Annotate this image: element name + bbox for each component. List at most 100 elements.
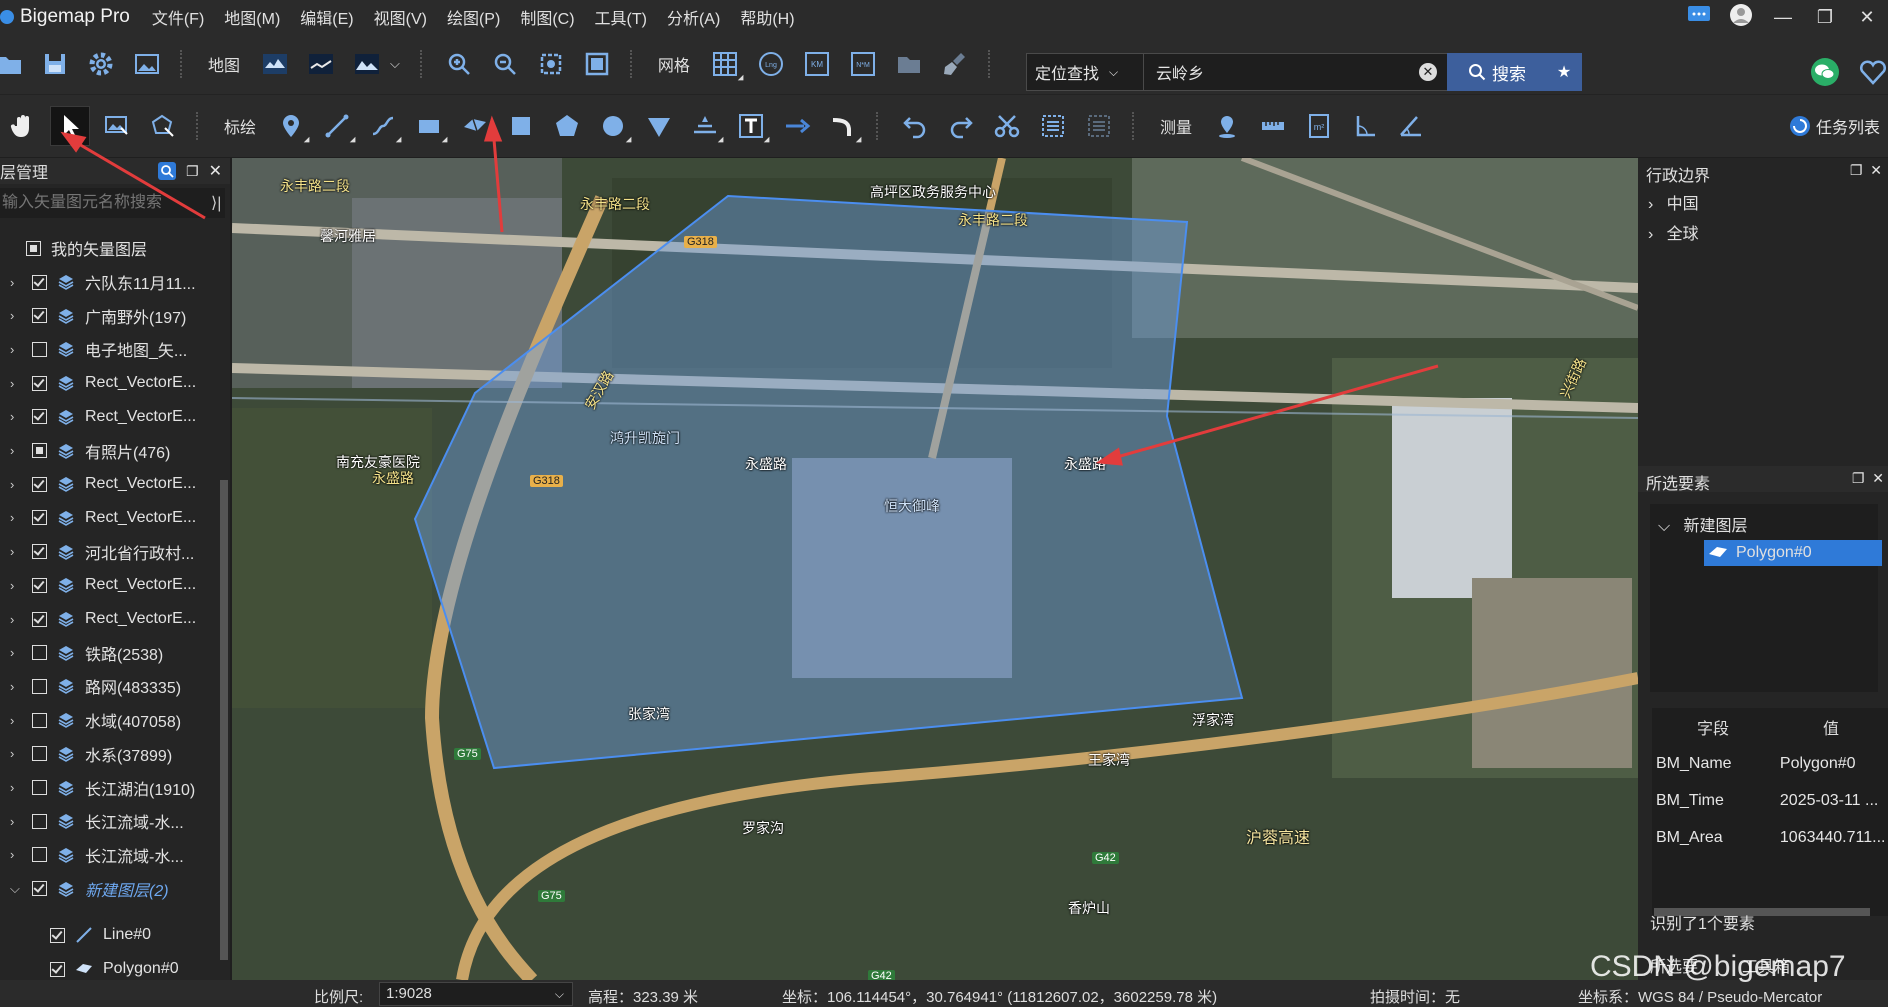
terrain-map-icon[interactable] [348,45,386,83]
layer-row[interactable]: › 有照片(476) [0,434,215,468]
layer-row[interactable]: › Rect_VectorE... [0,501,215,535]
list-icon[interactable] [1080,107,1118,145]
search-button[interactable]: 搜索 [1447,53,1547,91]
search-input[interactable] [1144,62,1419,82]
child-layer-checkbox[interactable] [50,927,65,943]
image-icon[interactable] [128,45,166,83]
layer-checkbox[interactable] [32,645,47,661]
curved-arrow-tool-icon[interactable] [824,107,865,146]
menu-tools[interactable]: 工具(T) [595,5,647,29]
layer-checkbox[interactable] [32,678,47,694]
layer-checkbox[interactable] [32,847,47,863]
layer-checkbox[interactable] [32,409,47,425]
menu-edit[interactable]: 编辑(E) [300,5,353,29]
close-button[interactable]: ✕ [1846,7,1888,28]
circle-tool-icon[interactable] [594,107,635,146]
layer-checkbox[interactable] [32,746,47,762]
layer-checkbox[interactable] [32,510,47,526]
zoom-in-icon[interactable] [440,45,478,83]
layer-row[interactable]: › 水域(407058) [0,703,215,737]
zoom-extent-icon[interactable] [532,45,570,83]
layer-checkbox[interactable] [32,813,47,829]
close-icon[interactable]: ✕ [209,161,222,181]
user-avatar-icon[interactable] [1720,3,1762,32]
tree-item-polygon[interactable]: Polygon#0 [1704,540,1882,566]
open-folder-icon[interactable] [0,45,28,83]
layer-row[interactable]: › 路网(483335) [0,669,215,703]
float-panel-icon[interactable]: ❐ [1852,470,1865,486]
layer-row[interactable]: › Rect_VectorE... [0,568,215,602]
arrow-tool-icon[interactable] [778,107,816,145]
layer-row[interactable]: › 河北省行政村... [0,535,215,569]
text-tool-icon[interactable] [732,107,773,146]
measure-area-icon[interactable]: m² [1300,107,1338,145]
chevron-right-icon[interactable]: › [10,578,20,593]
layer-checkbox[interactable] [32,375,47,391]
layer-checkbox[interactable] [32,274,47,290]
polygon-tool-icon[interactable] [456,107,494,145]
measure-azimuth-icon[interactable] [1392,107,1430,145]
layer-row[interactable]: ⌵ 新建图层(2) [0,872,215,906]
chevron-right-icon[interactable]: › [10,679,20,694]
child-layer-checkbox[interactable] [50,961,65,977]
layer-checkbox[interactable] [32,611,47,627]
layer-row[interactable]: › 长江流域-水... [0,804,215,838]
measure-point-icon[interactable] [1208,107,1246,145]
grid-icon[interactable] [706,45,747,84]
chevron-right-icon[interactable]: › [10,443,20,458]
admin-item-global[interactable]: › 全球 [1648,220,1699,244]
layer-row[interactable]: › Rect_VectorE... [0,400,215,434]
close-icon[interactable]: ✕ [1870,162,1882,178]
layer-row[interactable]: › 六队东11月11... [0,265,215,299]
chevron-right-icon[interactable]: › [10,477,20,492]
settings-gear-icon[interactable] [82,45,120,83]
chevron-right-icon[interactable]: › [10,746,20,761]
message-icon[interactable] [1678,5,1720,30]
menu-map[interactable]: 地图(M) [224,5,280,29]
layer-row[interactable]: › Rect_VectorE... [0,602,215,636]
heart-icon[interactable] [1858,57,1888,92]
tree-layer-row[interactable]: ⌵ 新建图层 [1658,512,1748,536]
satellite-map-icon[interactable] [256,45,294,83]
sector-tool-icon[interactable] [640,107,678,145]
menu-cartography[interactable]: 制图(C) [520,5,574,29]
square-tool-icon[interactable] [502,107,540,145]
layer-panel-scrollbar[interactable] [220,480,228,960]
chevron-right-icon[interactable]: › [10,544,20,559]
admin-item-china[interactable]: › 中国 [1648,190,1699,214]
layer-row[interactable]: › 广南野外(197) [0,299,215,333]
pan-hand-icon[interactable] [4,107,42,145]
map-dropdown-chevron-icon[interactable]: ⌵ [390,56,400,72]
lnglat-grid-icon[interactable]: Lng [752,45,790,83]
curve-tool-icon[interactable] [364,107,405,146]
menu-draw[interactable]: 绘图(P) [447,5,500,29]
line-tool-icon[interactable] [318,107,359,146]
undo-icon[interactable] [896,107,934,145]
map-view[interactable]: 永丰路二段 永丰路二段 永丰路二段 高坪区政务服务中心 馨河雅居 安汉路 南充友… [232,158,1638,980]
layer-checkbox[interactable] [32,712,47,728]
chevron-right-icon[interactable]: › [10,376,20,391]
layer-checkbox[interactable] [32,341,47,357]
chevron-right-icon[interactable]: › [10,275,20,290]
text-line-tool-icon[interactable] [686,107,727,146]
menu-analysis[interactable]: 分析(A) [667,5,720,29]
chevron-right-icon[interactable]: › [10,645,20,660]
search-mode-select[interactable]: 定位查找 ⌵ [1027,54,1144,90]
chevron-right-icon[interactable]: › [10,780,20,795]
wechat-icon[interactable] [1810,57,1840,92]
scissors-icon[interactable] [988,107,1026,145]
night-map-icon[interactable] [302,45,340,83]
menu-file[interactable]: 文件(F) [152,5,204,29]
select-pointer-icon[interactable] [50,106,90,146]
float-panel-icon[interactable]: ❐ [1850,162,1863,178]
layer-search-input[interactable] [0,193,211,213]
layer-row[interactable]: › 长江湖泊(1910) [0,771,215,805]
chevron-right-icon[interactable]: › [10,814,20,829]
scale-select[interactable]: 1:9028 ⌵ [379,982,573,1006]
menu-help[interactable]: 帮助(H) [740,5,794,29]
chevron-right-icon[interactable]: › [10,342,20,357]
rectangle-tool-icon[interactable] [410,107,451,146]
chevron-right-icon[interactable]: › [10,847,20,862]
task-list-button[interactable]: 任务列表 [1788,114,1880,138]
edit-polygon-icon[interactable] [144,107,182,145]
